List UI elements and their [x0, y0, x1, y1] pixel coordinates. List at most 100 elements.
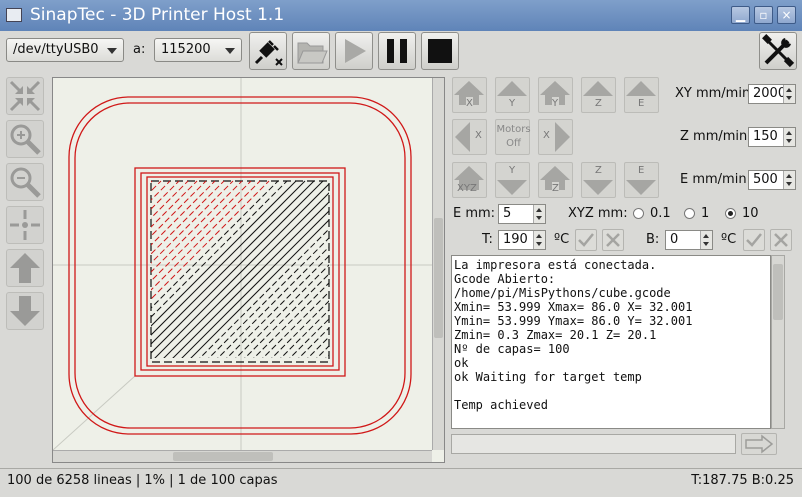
bed-off-button[interactable] [770, 229, 792, 251]
z-speed-input[interactable]: 150 [748, 127, 796, 147]
hotend-set-button[interactable] [575, 229, 597, 251]
status-temps: T:187.75 B:0.25 [691, 473, 794, 488]
command-input[interactable] [451, 434, 736, 454]
vscroll-thumb[interactable] [434, 218, 443, 338]
e-minus-button[interactable]: E [624, 162, 659, 198]
canvas-vscrollbar[interactable] [432, 78, 444, 450]
log-line: Gcode Abierto: [454, 272, 556, 286]
hotend-temp-value: 190 [503, 232, 528, 247]
spin-arrows-icon[interactable] [783, 85, 795, 103]
step-label-0.1: 0.1 [650, 206, 671, 221]
step-radio-0.1[interactable] [633, 208, 644, 219]
console-scrollbar[interactable] [771, 255, 785, 429]
e-speed-label: E mm/min: [680, 172, 751, 187]
z-plus-button[interactable]: Z [581, 77, 616, 113]
center-view-button[interactable] [6, 206, 44, 244]
bed-temp-value: 0 [670, 232, 679, 247]
send-command-button[interactable] [741, 433, 777, 455]
zoom-out-icon [10, 167, 41, 198]
axis-label: Y [552, 98, 559, 109]
bed-temp-unit: ºC [721, 232, 737, 247]
chevron-down-icon [107, 48, 117, 54]
axis-label: Z [595, 98, 602, 109]
spin-arrows-icon[interactable] [533, 231, 545, 249]
log-line: La impresora está conectada. [454, 258, 657, 272]
axis-label: E [638, 98, 645, 109]
axis-label: X [475, 130, 482, 141]
arrow-up-icon [10, 253, 40, 283]
minimize-button[interactable]: ▁ [731, 6, 750, 24]
port-value: /dev/ttyUSB0 [13, 42, 99, 57]
motors-off-button[interactable]: Motors Off [495, 119, 531, 155]
e-mm-input[interactable]: 5 [498, 204, 546, 224]
bed-temp-input[interactable]: 0 [665, 230, 713, 250]
e-speed-input[interactable]: 500 [748, 170, 796, 190]
y-plus-button[interactable]: Y [495, 77, 530, 113]
spin-arrows-icon[interactable] [533, 205, 545, 223]
log-line: Nº de capas= 100 [454, 342, 570, 356]
home-x-button[interactable]: X [452, 77, 487, 113]
fit-view-button[interactable] [6, 77, 44, 115]
gcode-viewer[interactable] [52, 77, 445, 463]
step-label-10: 10 [742, 206, 759, 221]
spin-arrows-icon[interactable] [783, 128, 795, 146]
bed-set-button[interactable] [743, 229, 765, 251]
pause-button[interactable] [378, 32, 416, 70]
e-plus-button[interactable]: E [624, 77, 659, 113]
y-minus-button[interactable]: Y [495, 162, 530, 198]
close-button[interactable]: × [777, 6, 796, 24]
canvas-hscrollbar[interactable] [53, 450, 432, 462]
console-scroll-thumb[interactable] [773, 264, 783, 320]
hotend-off-button[interactable] [602, 229, 624, 251]
close-icon [606, 233, 620, 247]
home-all-button[interactable]: XYZ [452, 162, 487, 198]
chevron-down-icon [225, 48, 235, 54]
maximize-button[interactable]: ▫ [754, 6, 773, 24]
title-bar: SinapTec - 3D Printer Host 1.1 ▁ ▫ × [0, 0, 802, 31]
x-plus-button[interactable]: X [538, 119, 573, 155]
arrow-down-icon [10, 296, 40, 326]
print-button[interactable] [335, 32, 373, 70]
step-radio-1[interactable] [684, 208, 695, 219]
connect-button[interactable] [249, 32, 287, 70]
open-file-button[interactable] [292, 32, 330, 70]
step-radio-10[interactable] [725, 208, 736, 219]
hscroll-thumb[interactable] [173, 452, 273, 461]
e-mm-value: 5 [503, 206, 512, 221]
zoom-out-button[interactable] [6, 163, 44, 201]
port-select[interactable]: /dev/ttyUSB0 [6, 38, 124, 62]
axis-label: E [638, 165, 645, 176]
z-speed-value: 150 [753, 129, 778, 144]
settings-button[interactable] [759, 32, 797, 70]
status-progress: 100 de 6258 lineas | 1% | 1 de 100 capas [7, 473, 278, 488]
home-z-button[interactable]: Z [538, 162, 573, 198]
spin-arrows-icon[interactable] [783, 171, 795, 189]
hotend-temp-input[interactable]: 190 [498, 230, 546, 250]
log-line: /home/pi/MisPythons/cube.gcode [454, 286, 671, 300]
spin-arrows-icon[interactable] [700, 231, 712, 249]
hotend-temp-label: T: [482, 232, 493, 247]
x-minus-button[interactable]: X [452, 119, 487, 155]
log-line: Ymin= 53.999 Ymax= 86.0 Y= 32.001 [454, 314, 693, 328]
stop-button[interactable] [421, 32, 459, 70]
tools-icon [762, 34, 795, 68]
log-line: Zmin= 0.3 Zmax= 20.1 Z= 20.1 [454, 328, 657, 342]
baud-select[interactable]: 115200 [154, 38, 242, 62]
xy-speed-input[interactable]: 2000 [748, 84, 796, 104]
layer-up-button[interactable] [6, 249, 44, 287]
axis-label: XYZ [457, 183, 477, 194]
home-y-button[interactable]: Y [538, 77, 573, 113]
axis-label: X [543, 130, 550, 141]
console-log: La impresora está conectada. Gcode Abiert… [451, 255, 771, 429]
baud-label: a: [133, 42, 146, 57]
e-speed-value: 500 [753, 172, 778, 187]
toolpath-canvas[interactable] [53, 78, 432, 450]
layer-down-button[interactable] [6, 292, 44, 330]
log-line: Xmin= 53.999 Xmax= 86.0 X= 32.001 [454, 300, 693, 314]
axis-label: Z [552, 183, 559, 194]
check-icon [578, 233, 594, 247]
z-minus-button[interactable]: Z [581, 162, 616, 198]
zoom-in-button[interactable] [6, 120, 44, 158]
close-icon [774, 233, 788, 247]
